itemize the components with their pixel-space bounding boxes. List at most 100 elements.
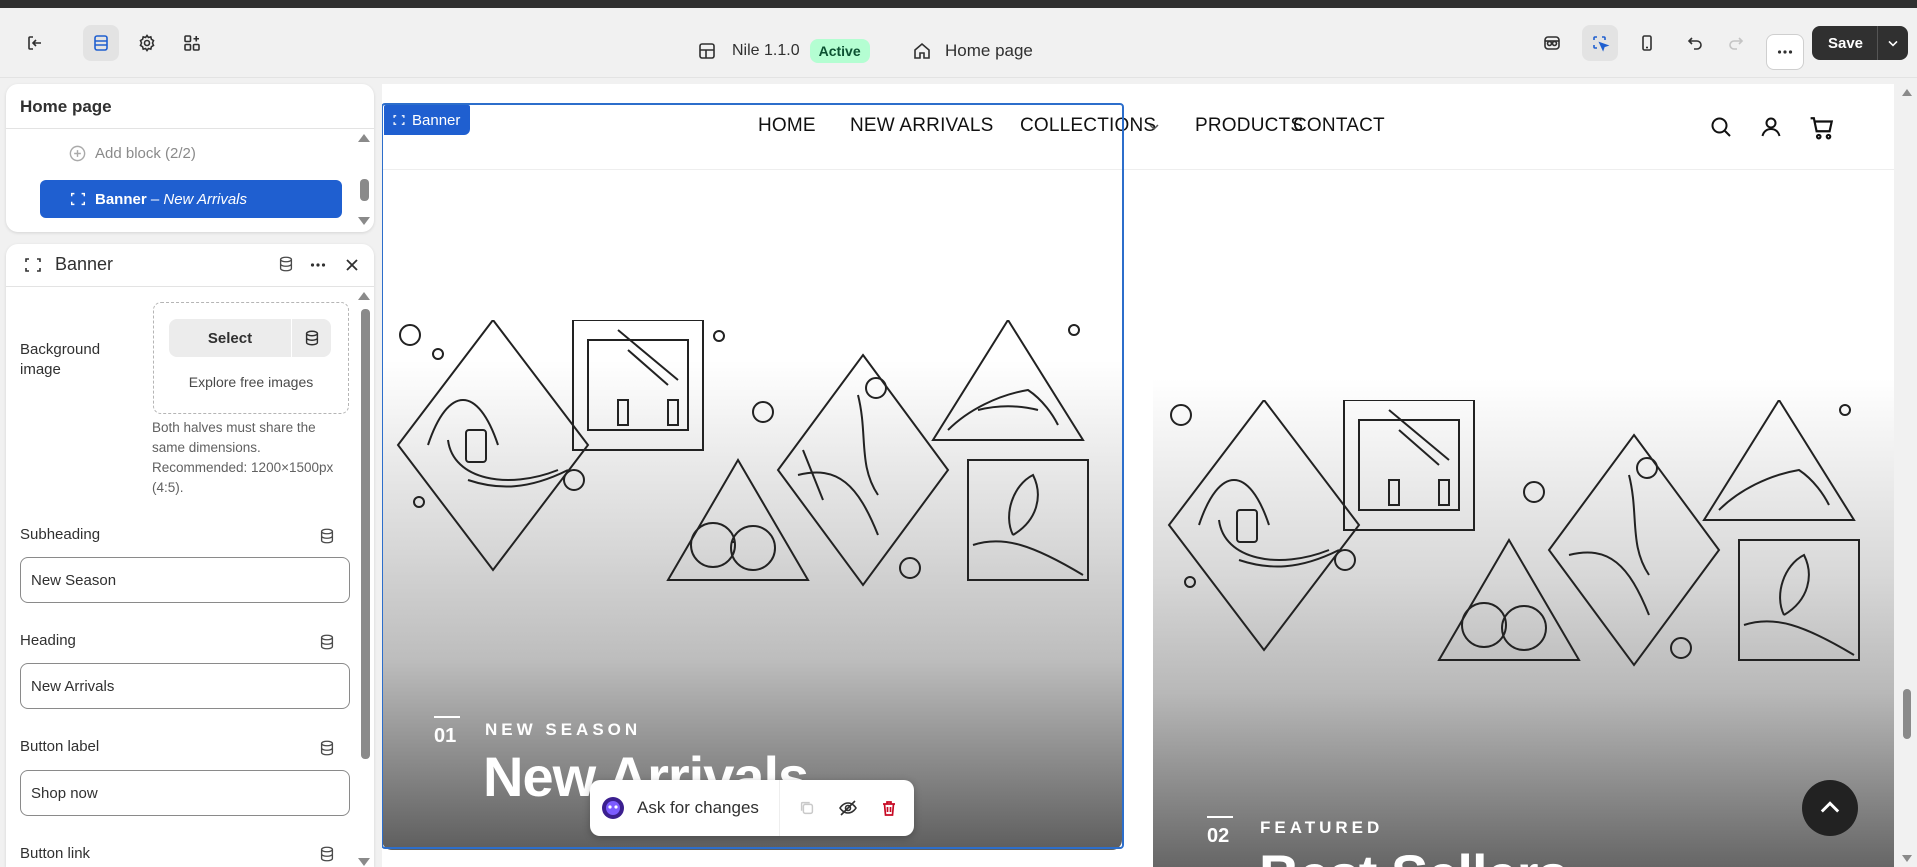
dynamic-source-icon[interactable] — [277, 255, 295, 273]
page-selector[interactable]: Home page — [912, 33, 1033, 69]
scrollbar-thumb[interactable] — [1903, 689, 1911, 739]
scrollbar-thumb[interactable] — [360, 179, 369, 201]
selected-block-name: New Arrivals — [163, 190, 247, 208]
theme-status-badge: Active — [809, 39, 870, 63]
plus-circle-icon — [69, 145, 86, 162]
background-image-label: Background image — [20, 341, 101, 378]
account-icon[interactable] — [1759, 115, 1783, 139]
apps-button[interactable] — [174, 25, 210, 61]
nav-contact[interactable]: CONTACT — [1293, 115, 1385, 137]
store-header: e HOME NEW ARRIVALS COLLECTIONS PRODUCTS… — [382, 84, 1894, 170]
gear-icon — [139, 34, 155, 52]
assistant-avatar-icon — [602, 797, 624, 819]
more-actions-button[interactable] — [1766, 34, 1804, 70]
banner-illustration — [396, 320, 1089, 587]
exit-button[interactable] — [17, 25, 53, 61]
hide-eye-icon[interactable] — [838, 798, 858, 818]
subheading-label: Subheading — [20, 526, 101, 543]
mobile-icon — [1642, 35, 1652, 51]
save-button[interactable]: Save — [1812, 26, 1908, 60]
redo-button[interactable] — [1718, 25, 1754, 61]
banner-block-icon — [70, 192, 86, 206]
select-image-button[interactable]: Select — [169, 319, 291, 357]
scroll-down-arrow[interactable] — [1902, 855, 1912, 862]
add-block-button[interactable]: Add block (2/2) — [68, 144, 196, 163]
scroll-up-arrow[interactable] — [358, 134, 370, 142]
nav-new-arrivals[interactable]: NEW ARRIVALS — [850, 115, 994, 137]
chevron-down-icon — [1888, 40, 1898, 47]
chevron-down-icon — [1149, 124, 1159, 131]
sections-button[interactable] — [83, 25, 119, 61]
nav-products[interactable]: PRODUCTS — [1195, 115, 1303, 137]
more-dots-icon[interactable] — [308, 255, 328, 275]
undo-button[interactable] — [1677, 25, 1713, 61]
redo-icon — [1729, 37, 1744, 50]
selection-tag[interactable]: Banner — [384, 105, 471, 135]
save-options-toggle[interactable] — [1878, 35, 1908, 51]
delete-trash-icon[interactable] — [879, 798, 899, 818]
banner-card-2[interactable]: 02 FEATURED Best Sellers — [1153, 170, 1894, 867]
subheading-input[interactable]: New Season — [20, 557, 350, 603]
card-heading[interactable]: Best Sellers — [1259, 842, 1569, 867]
banner-settings-panel: Banner Background image Select Explore f… — [6, 244, 374, 867]
selected-block-banner[interactable]: Banner – New Arrivals — [40, 180, 342, 218]
button-link-label: Button link — [20, 845, 91, 862]
sections-icon — [94, 35, 108, 51]
dynamic-source-icon[interactable] — [318, 845, 336, 863]
close-icon[interactable] — [342, 255, 362, 275]
scrollbar-thumb[interactable] — [361, 309, 370, 759]
card-number: 01 — [434, 716, 461, 747]
sections-panel-title: Home page — [20, 97, 112, 116]
card-subheading: FEATURED — [1260, 818, 1384, 837]
banner-card-1[interactable]: 01 NEW SEASON New Arrivals — [382, 170, 1122, 850]
apps-icon — [184, 35, 200, 51]
more-dots-icon — [1777, 50, 1793, 54]
banner-block-icon — [25, 258, 41, 272]
banner-illustration — [1167, 400, 1860, 667]
select-cursor-icon — [1593, 36, 1610, 52]
scroll-up-arrow[interactable] — [1902, 89, 1912, 96]
theme-info[interactable]: Nile 1.1.0 Active — [697, 33, 870, 69]
nav-home[interactable]: HOME — [758, 115, 816, 137]
image-picker: Select Explore free images — [153, 302, 349, 414]
image-help-text: Both halves must share the same dimensio… — [152, 420, 334, 495]
scroll-down-arrow[interactable] — [358, 217, 370, 225]
divider — [6, 286, 374, 287]
undo-icon — [1687, 37, 1702, 50]
preview-scrollbar[interactable] — [1898, 84, 1917, 867]
button-label-input[interactable]: Shop now — [20, 770, 350, 816]
search-icon[interactable] — [1709, 115, 1733, 139]
dynamic-source-icon[interactable] — [318, 633, 336, 651]
theme-settings-button[interactable] — [129, 25, 165, 61]
ask-for-changes-button[interactable]: Ask for changes — [590, 780, 780, 836]
cart-icon[interactable] — [1809, 115, 1835, 141]
scroll-up-arrow[interactable] — [358, 292, 370, 300]
preview-inspector-button[interactable] — [1534, 25, 1570, 61]
exit-icon — [28, 36, 41, 50]
scroll-down-arrow[interactable] — [358, 858, 370, 866]
save-label: Save — [1827, 34, 1864, 52]
theme-name: Nile 1.1.0 — [732, 42, 800, 59]
nav-collections[interactable]: COLLECTIONS — [1020, 115, 1156, 137]
dynamic-source-icon[interactable] — [318, 739, 336, 757]
explore-free-images-link[interactable]: Explore free images — [154, 374, 348, 390]
image-select-group: Select — [169, 319, 331, 357]
window-top-strip — [0, 0, 1917, 8]
scroll-to-top-button[interactable] — [1802, 780, 1858, 836]
dynamic-source-icon — [305, 330, 318, 346]
editor-toolbar: Nile 1.1.0 Active Home page Save — [0, 8, 1917, 78]
dynamic-source-icon[interactable] — [318, 527, 336, 545]
selected-block-separator: – — [146, 190, 164, 208]
home-icon — [914, 42, 930, 59]
selection-tag-label: Banner — [412, 111, 461, 129]
store-preview: e HOME NEW ARRIVALS COLLECTIONS PRODUCTS… — [382, 84, 1894, 867]
card-number: 02 — [1207, 816, 1234, 847]
duplicate-icon[interactable] — [798, 799, 816, 817]
select-mode-button[interactable] — [1582, 25, 1618, 61]
chevron-up-icon — [1820, 801, 1840, 813]
page-selector-label: Home page — [945, 41, 1033, 60]
heading-input[interactable]: New Arrivals — [20, 663, 350, 709]
mobile-view-button[interactable] — [1629, 25, 1665, 61]
image-source-button[interactable] — [292, 319, 331, 357]
card-subheading: NEW SEASON — [485, 720, 642, 739]
